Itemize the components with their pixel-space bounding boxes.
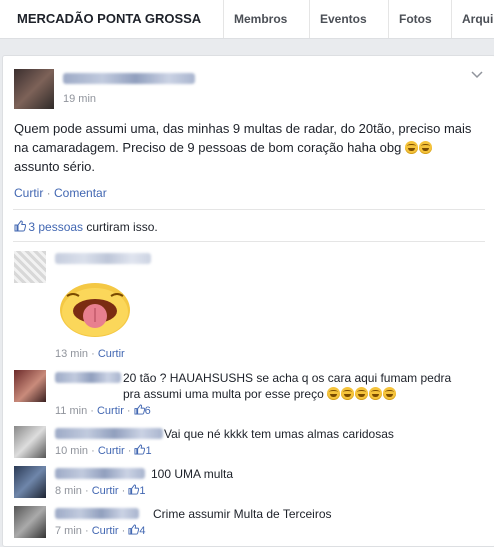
comment-text: Crime assumir Multa de Terceiros bbox=[153, 507, 332, 521]
comment-like-count[interactable]: 6 bbox=[145, 405, 151, 417]
laughing-emoji-icon bbox=[418, 141, 432, 154]
likers-link[interactable]: 3 pessoas bbox=[28, 220, 83, 234]
likes-summary: 3 pessoas curtiram isso. bbox=[14, 220, 158, 234]
commenter-avatar[interactable] bbox=[14, 426, 46, 458]
comment-meta: 7 min · Curtir · 4 bbox=[55, 524, 146, 537]
group-name[interactable]: MERCADÃO PONTA GROSSA bbox=[17, 11, 201, 26]
commenter-name[interactable] bbox=[55, 372, 121, 383]
comment-button[interactable]: Comentar bbox=[54, 186, 107, 200]
thumbs-up-icon bbox=[134, 404, 145, 415]
author-avatar[interactable] bbox=[14, 69, 54, 109]
comment-meta: 8 min · Curtir · 1 bbox=[55, 484, 146, 497]
tab-arquivos[interactable]: Arqui bbox=[451, 0, 494, 38]
comment-text: 20 tão ? HAUAHSUSHS se acha q os cara aq… bbox=[123, 371, 452, 401]
comment-timestamp[interactable]: 7 min bbox=[55, 525, 82, 537]
laughing-emoji-icon bbox=[327, 387, 341, 400]
like-button[interactable]: Curtir bbox=[14, 186, 43, 200]
comment-timestamp[interactable]: 13 min bbox=[55, 348, 88, 360]
comment-like-button[interactable]: Curtir bbox=[98, 445, 125, 457]
post-card: 19 min Quem pode assumi uma, das minhas … bbox=[2, 55, 494, 547]
comment-text: 100 UMA multa bbox=[151, 467, 234, 481]
comment-like-count[interactable]: 1 bbox=[145, 445, 151, 457]
laughing-emoji-icon bbox=[341, 387, 355, 400]
laughing-emoji-icon bbox=[369, 387, 383, 400]
commenter-avatar[interactable] bbox=[14, 251, 46, 283]
post-actions: Curtir · Comentar bbox=[14, 186, 107, 200]
commenter-name[interactable] bbox=[55, 508, 139, 519]
comment-like-button[interactable]: Curtir bbox=[92, 485, 119, 497]
comment-timestamp[interactable]: 11 min bbox=[55, 405, 87, 417]
laughing-emoji-icon bbox=[404, 141, 418, 154]
commenter-name[interactable] bbox=[55, 428, 163, 439]
group-header: MERCADÃO PONTA GROSSA Membros Eventos Fo… bbox=[0, 0, 494, 39]
comment-timestamp[interactable]: 10 min bbox=[55, 445, 88, 457]
commenter-avatar[interactable] bbox=[14, 370, 46, 402]
comment-like-button[interactable]: Curtir bbox=[97, 405, 124, 417]
divider bbox=[13, 209, 485, 210]
thumbs-up-icon bbox=[128, 484, 140, 495]
comment-meta: 13 min · Curtir bbox=[55, 348, 125, 360]
thumbs-up-icon bbox=[14, 220, 27, 232]
commenter-avatar[interactable] bbox=[14, 466, 46, 498]
post-text-suffix: assunto sério. bbox=[14, 159, 95, 174]
post-timestamp[interactable]: 19 min bbox=[63, 93, 96, 105]
author-name[interactable] bbox=[63, 73, 195, 84]
thumbs-up-icon bbox=[128, 524, 140, 535]
comment-meta: 11 min · Curtir · 6 bbox=[55, 404, 151, 417]
tab-fotos[interactable]: Fotos bbox=[388, 0, 442, 38]
comment-text: Vai que né kkkk tem umas almas caridosas bbox=[164, 427, 394, 441]
post-text: Quem pode assumi uma, das minhas 9 multa… bbox=[14, 121, 472, 155]
chevron-down-icon[interactable] bbox=[471, 68, 483, 82]
comment-like-count[interactable]: 4 bbox=[139, 525, 145, 537]
post-body: Quem pode assumi uma, das minhas 9 multa… bbox=[14, 119, 474, 176]
comment-meta: 10 min · Curtir · 1 bbox=[55, 444, 152, 457]
commenter-name[interactable] bbox=[55, 468, 145, 479]
laughing-emoji-icon bbox=[355, 387, 369, 400]
commenter-name[interactable] bbox=[55, 253, 151, 264]
comment-timestamp[interactable]: 8 min bbox=[55, 485, 82, 497]
tongue-out-sticker-icon bbox=[60, 283, 130, 337]
comment-like-count[interactable]: 1 bbox=[139, 485, 145, 497]
comment-like-button[interactable]: Curtir bbox=[92, 525, 119, 537]
thumbs-up-icon bbox=[134, 444, 146, 455]
laughing-emoji-icon bbox=[383, 387, 397, 400]
tab-membros[interactable]: Membros bbox=[223, 0, 297, 38]
comment-like-button[interactable]: Curtir bbox=[98, 348, 125, 360]
tab-eventos[interactable]: Eventos bbox=[309, 0, 377, 38]
divider bbox=[13, 241, 485, 242]
commenter-avatar[interactable] bbox=[14, 506, 46, 538]
